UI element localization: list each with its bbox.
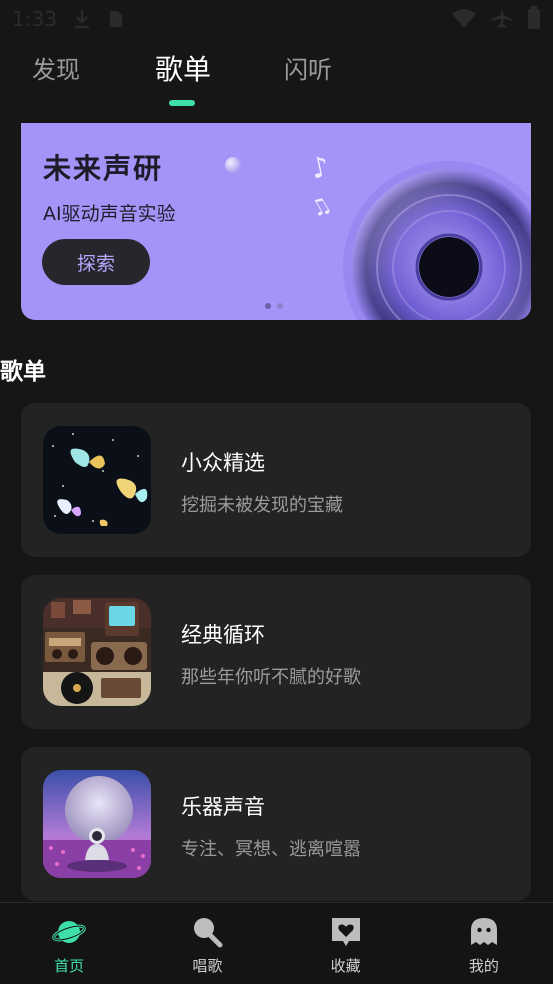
bottom-nav: 首页 唱歌 收藏 我的 xyxy=(0,902,553,984)
sim-icon xyxy=(105,8,127,30)
playlist-desc: 专注、冥想、逃离喧嚣 xyxy=(181,839,361,860)
astronaut-moon-cover xyxy=(43,770,151,878)
nav-sing[interactable]: 唱歌 xyxy=(138,903,276,984)
banner-title: 未来声研 xyxy=(43,152,164,185)
status-time: 1:33 xyxy=(12,7,57,31)
ghost-icon xyxy=(467,915,501,949)
music-note-icon: ♪ xyxy=(307,149,333,186)
carousel-dot[interactable] xyxy=(265,303,271,309)
nav-home[interactable]: 首页 xyxy=(0,903,138,984)
planet-icon xyxy=(52,915,86,949)
active-tab-indicator xyxy=(169,100,195,106)
microphone-icon xyxy=(190,915,224,949)
status-bar: 1:33 xyxy=(0,0,553,38)
nav-label: 收藏 xyxy=(330,957,361,975)
nav-label: 唱歌 xyxy=(192,957,223,975)
bubble-decoration xyxy=(225,157,241,173)
banner-subtitle: AI驱动声音实验 xyxy=(43,203,176,225)
tab-discover[interactable]: 发现 xyxy=(32,50,80,85)
wifi-icon xyxy=(451,7,477,33)
playlist-card[interactable]: 乐器声音 专注、冥想、逃离喧嚣 xyxy=(21,747,531,901)
playlist-title: 乐器声音 xyxy=(181,795,265,819)
nav-favorites[interactable]: 收藏 xyxy=(277,903,415,984)
download-icon xyxy=(71,8,93,30)
nav-profile[interactable]: 我的 xyxy=(415,903,553,984)
heart-box-icon xyxy=(329,915,363,949)
battery-icon xyxy=(527,6,541,34)
tab-quick-listen[interactable]: 闪听 xyxy=(284,50,332,85)
playlist-title: 小众精选 xyxy=(181,451,265,475)
nav-label: 我的 xyxy=(468,957,499,975)
vinyl-record-icon xyxy=(343,161,531,320)
playlist-desc: 那些年你听不腻的好歌 xyxy=(181,667,361,688)
playlist-desc: 挖掘未被发现的宝藏 xyxy=(181,495,343,516)
playlist-title: 经典循环 xyxy=(181,623,265,647)
music-note-icon: ♫ xyxy=(306,191,336,224)
nav-label: 首页 xyxy=(54,957,85,975)
carousel-dot[interactable] xyxy=(277,303,283,309)
promo-banner[interactable]: 未来声研 AI驱动声音实验 探索 ♪ ♫ xyxy=(21,123,531,320)
top-tabs: 发现 歌单 闪听 xyxy=(0,50,553,110)
playlist-card[interactable]: 小众精选 挖掘未被发现的宝藏 xyxy=(21,403,531,557)
airplane-icon xyxy=(491,7,513,33)
butterfly-cover xyxy=(43,426,151,534)
explore-button[interactable]: 探索 xyxy=(42,239,150,285)
playlist-card[interactable]: 经典循环 那些年你听不腻的好歌 xyxy=(21,575,531,729)
retro-radio-cover xyxy=(43,598,151,706)
tab-playlists[interactable]: 歌单 xyxy=(155,48,211,88)
section-title: 歌单 xyxy=(0,359,46,385)
status-icons xyxy=(451,6,541,34)
carousel-dots xyxy=(265,303,283,309)
